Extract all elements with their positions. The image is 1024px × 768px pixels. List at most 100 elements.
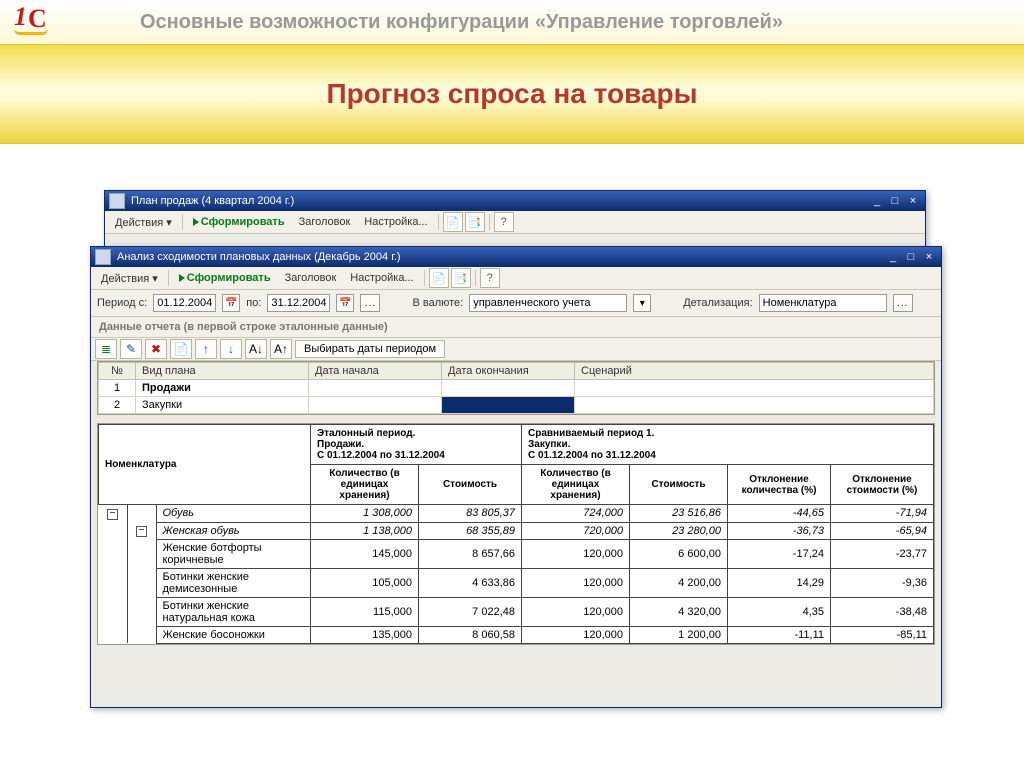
edit-row-icon[interactable]: ✎ <box>120 339 142 359</box>
grid-row[interactable]: 1 Продажи <box>99 380 934 397</box>
value-cell: -38,48 <box>831 597 934 626</box>
doc-icon[interactable]: 📄 <box>443 212 463 232</box>
minimize-button[interactable]: _ <box>885 250 901 264</box>
close-button[interactable]: × <box>921 250 937 264</box>
value-cell: 6 600,00 <box>630 539 728 568</box>
titlebar-front[interactable]: Анализ сходимости плановых данных (Декаб… <box>91 247 941 267</box>
report-row[interactable]: Женские босоножки135,0008 060,58120,0001… <box>99 626 934 643</box>
col-dev-cost: Отклонение стоимости (%) <box>831 465 934 505</box>
value-cell: 120,000 <box>522 597 630 626</box>
value-cell: 120,000 <box>522 568 630 597</box>
value-cell: -65,94 <box>831 522 934 539</box>
col-dev-qty: Отклонение количества (%) <box>728 465 831 505</box>
value-cell: 120,000 <box>522 539 630 568</box>
calendar-icon[interactable]: 📅 <box>336 294 354 312</box>
window-icon <box>95 249 111 265</box>
actions-menu[interactable]: Действия ▾ <box>95 271 164 286</box>
titlebar-back[interactable]: План продаж (4 квартал 2004 г.) _ □ × <box>105 191 925 211</box>
generate-button[interactable]: Сформировать <box>173 271 277 285</box>
value-cell: -85,11 <box>831 626 934 643</box>
value-cell: 105,000 <box>311 568 419 597</box>
col-start: Дата начала <box>309 363 442 380</box>
value-cell: 4 200,00 <box>630 568 728 597</box>
report-row[interactable]: Ботинки женские демисезонные105,0004 633… <box>99 568 934 597</box>
period-picker-icon[interactable]: ... <box>360 294 380 312</box>
window-title-front: Анализ сходимости плановых данных (Декаб… <box>117 251 401 263</box>
tree-collapse-icon[interactable]: − <box>107 509 118 520</box>
period-from-label: Период с: <box>97 297 147 309</box>
value-cell: 720,000 <box>522 522 630 539</box>
sort-desc-icon[interactable]: A↑ <box>270 339 292 359</box>
col-cost1: Стоимость <box>419 465 522 505</box>
doc2-icon[interactable]: 📑 <box>451 268 471 288</box>
calendar-icon[interactable]: 📅 <box>222 294 240 312</box>
generate-button[interactable]: Сформировать <box>187 215 291 229</box>
slide-header: 1C Основные возможности конфигурации «Уп… <box>0 0 1024 44</box>
filter-bar: Период с: 01.12.2004 📅 по: 31.12.2004 📅 … <box>91 290 941 317</box>
window-icon <box>109 193 125 209</box>
report-table[interactable]: Номенклатура Эталонный период. Продажи. … <box>97 423 935 645</box>
help-icon[interactable]: ? <box>480 268 500 288</box>
maximize-button[interactable]: □ <box>903 250 919 264</box>
value-cell: 4,35 <box>728 597 831 626</box>
toolbar-front: Действия ▾ Сформировать Заголовок Настро… <box>91 267 941 290</box>
value-cell: -23,77 <box>831 539 934 568</box>
value-cell: -44,65 <box>728 505 831 523</box>
move-down-icon[interactable]: ↓ <box>220 339 242 359</box>
grid-row[interactable]: 2 Закупки <box>99 397 934 414</box>
col-cost2: Стоимость <box>630 465 728 505</box>
logo-1c: 1C <box>14 4 50 40</box>
add-row-icon[interactable]: ≣ <box>95 339 117 359</box>
maximize-button[interactable]: □ <box>887 194 903 208</box>
doc-icon[interactable]: 📄 <box>429 268 449 288</box>
value-cell: 4 320,00 <box>630 597 728 626</box>
nomenclature-cell: Женские босоножки <box>156 626 311 643</box>
period-dates-button[interactable]: Выбирать даты периодом <box>295 340 445 358</box>
col-plan: Вид плана <box>136 363 309 380</box>
detail-picker-icon[interactable]: ... <box>893 294 913 312</box>
value-cell: 145,000 <box>311 539 419 568</box>
value-cell: 8 060,58 <box>419 626 522 643</box>
move-up-icon[interactable]: ↑ <box>195 339 217 359</box>
slide-title: Прогноз спроса на товары <box>326 78 697 110</box>
grid-header-row: № Вид плана Дата начала Дата окончания С… <box>99 363 934 380</box>
header-subtitle: Основные возможности конфигурации «Управ… <box>140 11 783 34</box>
col-scenario: Сценарий <box>575 363 934 380</box>
help-icon[interactable]: ? <box>494 212 514 232</box>
value-cell: -17,24 <box>728 539 831 568</box>
report-row[interactable]: Женские ботфорты коричневые145,0008 657,… <box>99 539 934 568</box>
delete-row-icon[interactable]: ✖ <box>145 339 167 359</box>
settings-button[interactable]: Настройка... <box>344 271 419 285</box>
value-cell: 23 516,86 <box>630 505 728 523</box>
nomenclature-cell: Ботинки женские натуральная кожа <box>156 597 311 626</box>
header-button[interactable]: Заголовок <box>279 271 343 285</box>
tree-collapse-icon[interactable]: − <box>136 526 147 537</box>
report-row[interactable]: −Обувь1 308,00083 805,37724,00023 516,86… <box>99 505 934 523</box>
period-from-input[interactable]: 01.12.2004 <box>153 294 216 312</box>
close-button[interactable]: × <box>905 194 921 208</box>
value-cell: 1 138,000 <box>311 522 419 539</box>
minimize-button[interactable]: _ <box>869 194 885 208</box>
plans-grid[interactable]: № Вид плана Дата начала Дата окончания С… <box>97 361 935 415</box>
copy-row-icon[interactable]: 📄 <box>170 339 192 359</box>
grid-toolbar: ≣ ✎ ✖ 📄 ↑ ↓ A↓ A↑ Выбирать даты периодом <box>91 338 941 361</box>
report-row[interactable]: −Женская обувь1 138,00068 355,89720,0002… <box>99 522 934 539</box>
doc2-icon[interactable]: 📑 <box>465 212 485 232</box>
settings-button[interactable]: Настройка... <box>358 215 433 229</box>
actions-menu[interactable]: Действия ▾ <box>109 215 178 230</box>
detail-select[interactable]: Номенклатура <box>759 294 887 312</box>
sort-asc-icon[interactable]: A↓ <box>245 339 267 359</box>
currency-select[interactable]: управленческого учета <box>469 294 627 312</box>
report-row[interactable]: Ботинки женские натуральная кожа115,0007… <box>99 597 934 626</box>
chevron-down-icon[interactable]: ▾ <box>633 294 651 312</box>
nomenclature-cell: Ботинки женские демисезонные <box>156 568 311 597</box>
value-cell: 120,000 <box>522 626 630 643</box>
header-button[interactable]: Заголовок <box>293 215 357 229</box>
selected-cell[interactable] <box>442 397 575 414</box>
value-cell: 8 657,66 <box>419 539 522 568</box>
col-num: № <box>99 363 136 380</box>
currency-label: В валюте: <box>412 297 463 309</box>
value-cell: 23 280,00 <box>630 522 728 539</box>
col-nomenclature: Номенклатура <box>99 425 311 505</box>
period-to-input[interactable]: 31.12.2004 <box>267 294 330 312</box>
